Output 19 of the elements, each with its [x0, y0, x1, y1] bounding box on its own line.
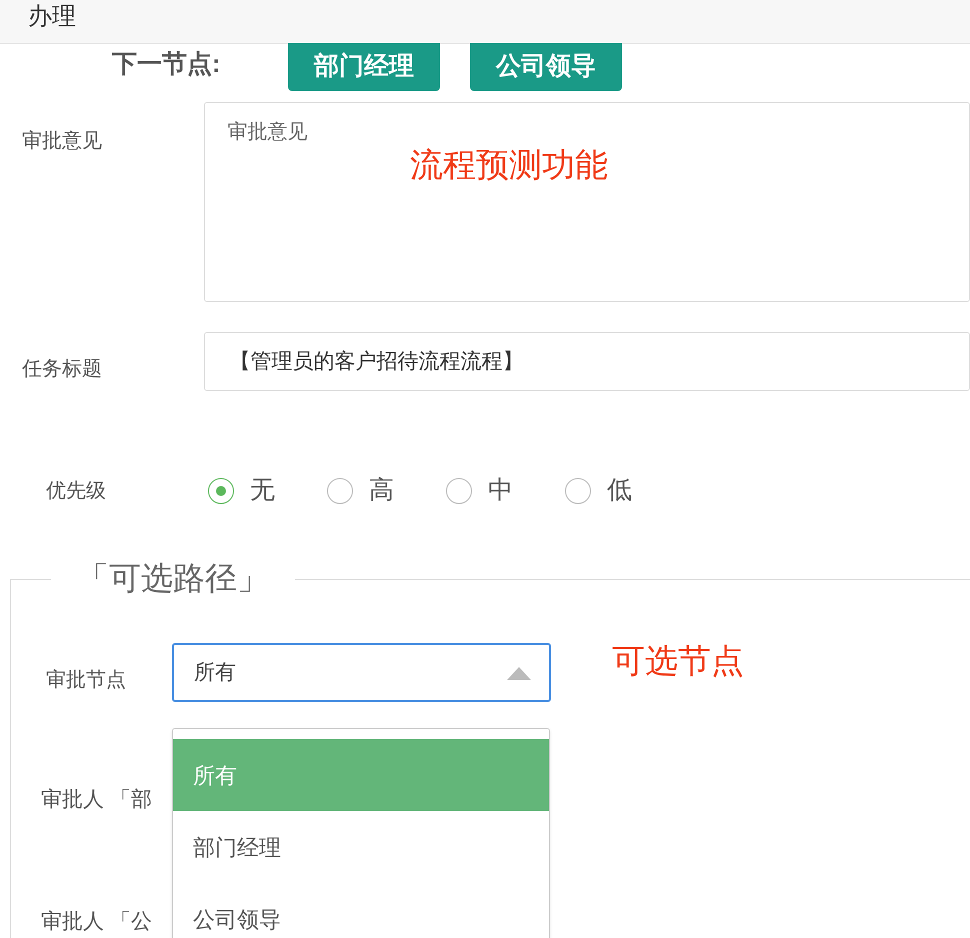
dropdown-option[interactable]: 部门经理 — [173, 811, 549, 883]
field-label: 优先级 — [46, 479, 107, 504]
priority-radio[interactable]: 中 — [446, 472, 537, 510]
priority-radio[interactable]: 低 — [565, 472, 656, 510]
task-title-input[interactable]: 【管理员的客户招待流程流程】 — [204, 332, 970, 391]
annotation-text: 可选节点 — [612, 641, 744, 681]
field-label: 任务标题 — [22, 357, 103, 382]
next-node-label: 下一节点: — [112, 49, 222, 80]
header-title: 办理 — [28, 2, 76, 32]
priority-radio[interactable]: 无 — [208, 472, 299, 510]
priority-radio[interactable]: 高 — [327, 472, 418, 510]
node-select[interactable]: 所有 — [172, 643, 551, 702]
approver-label: 审批人 「部 — [41, 788, 152, 811]
field-label: 审批节点 — [46, 668, 127, 692]
approver-label: 审批人 「公 — [41, 910, 152, 932]
field-label: 审批意见 — [22, 129, 103, 154]
annotation-text: 流程预测功能 — [410, 145, 608, 185]
caret-up-icon — [507, 667, 531, 680]
dropdown-option[interactable]: 公司领导 — [173, 883, 549, 938]
